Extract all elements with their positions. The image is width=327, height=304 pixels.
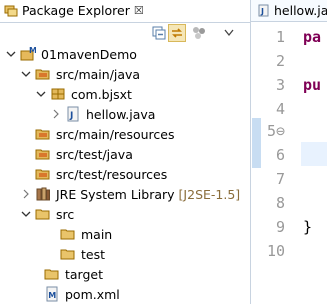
maven-project-icon: M [20,46,36,62]
view-menu-button[interactable] [220,24,238,42]
source-folder-icon [35,126,51,142]
expanded-chevron-icon[interactable] [5,48,17,60]
tree-label: com.bjsxt [71,86,132,102]
current-line-highlight [301,142,327,166]
tab-hellow-java[interactable]: J hellow.java [251,0,327,22]
source-folder-icon [35,166,51,182]
tree-label: JRE System Library [56,186,175,202]
quick-diff-marker [252,118,261,168]
code-line: pu [303,76,322,94]
tree-label: test [81,246,106,262]
line-number: 2 [275,52,285,70]
tab-package-explorer[interactable]: Package Explorer ☒ [0,0,150,21]
tree-label: src/main/java [56,66,141,82]
line-number: 6 [275,146,285,164]
focus-button[interactable] [190,24,208,42]
tree-item-src-main-java[interactable]: src/main/java [20,64,140,84]
link-with-editor-icon [172,28,182,38]
code-line: } [303,218,313,236]
package-explorer-tabbar: Package Explorer ☒ [0,0,250,23]
tree-item-src-folder[interactable]: src [20,204,74,224]
svg-text:J: J [69,111,73,121]
package-icon [50,86,66,102]
tree-label: src/test/resources [56,166,168,182]
collapsed-chevron-icon[interactable] [50,108,62,120]
collapse-all-icon [152,26,166,40]
tree-item-hellow-java[interactable]: J hellow.java [50,104,155,124]
line-number: 3 [275,76,285,94]
package-explorer-view: Package Explorer ☒ M 01mavenDemo src/mai… [0,0,250,304]
line-number: 1 [275,28,285,46]
folder-icon [60,246,76,262]
folder-icon [44,266,60,282]
folder-icon [35,206,51,222]
expanded-chevron-icon[interactable] [20,208,32,220]
svg-text:J: J [260,7,264,16]
expanded-chevron-icon[interactable] [20,68,32,80]
code-line: pa [303,28,322,46]
chevron-down-icon [224,29,234,37]
tree-item-project[interactable]: M 01mavenDemo [5,44,137,64]
collapsed-chevron-icon[interactable] [20,188,32,200]
tree-item-pom-xml[interactable]: M pom.xml [44,284,120,304]
tree-item-main-folder[interactable]: main [60,224,112,244]
collapse-all-button[interactable] [150,24,168,42]
tree-label: hellow.java [86,106,156,122]
editor-tab-label: hellow.java [274,3,327,18]
tree-label: target [65,266,104,282]
tree-label: main [81,226,113,242]
tree-item-src-test-resources[interactable]: src/test/resources [35,164,167,184]
library-icon [35,186,51,202]
java-editor[interactable]: J hellow.java 1 2 3 4 5⊖ 6 7 8 9 10 pa p… [250,0,327,304]
java-file-icon: J [257,4,270,17]
explorer-toolbar [0,24,250,44]
line-number: 10 [266,242,285,260]
tree-item-target-folder[interactable]: target [44,264,103,284]
java-file-icon: J [65,106,81,122]
tree-label-decoration: [J2SE-1.5] [178,186,241,202]
source-folder-icon [35,146,51,162]
tree-label: src/main/resources [56,126,175,142]
tree-item-package-com-bjsxt[interactable]: com.bjsxt [35,84,132,104]
tree-label: 01mavenDemo [41,46,137,62]
tab-label: Package Explorer [22,3,130,18]
package-explorer-icon [4,4,18,18]
line-number: 8 [275,194,285,212]
svg-text:M: M [48,291,56,300]
line-number: 9 [275,218,285,236]
line-number: 4 [275,100,285,118]
line-number: 7 [275,170,285,188]
tree-item-jre-system-library[interactable]: JRE System Library [J2SE-1.5] [20,184,240,204]
tree-item-src-main-resources[interactable]: src/main/resources [35,124,174,144]
tree-label: src [56,206,75,222]
svg-text:M: M [29,46,36,55]
folder-icon [60,226,76,242]
tree-label: src/test/java [56,146,133,162]
link-with-editor-button[interactable] [168,24,186,42]
focus-icon [193,27,205,39]
xml-file-icon: M [44,286,60,302]
source-folder-icon [35,66,51,82]
tree-item-test-folder[interactable]: test [60,244,105,264]
line-number-fold[interactable]: 5⊖ [265,122,285,140]
tree-item-src-test-java[interactable]: src/test/java [35,144,133,164]
tree-label: pom.xml [65,286,120,302]
close-icon[interactable]: ☒ [134,4,144,17]
expanded-chevron-icon[interactable] [35,88,47,100]
